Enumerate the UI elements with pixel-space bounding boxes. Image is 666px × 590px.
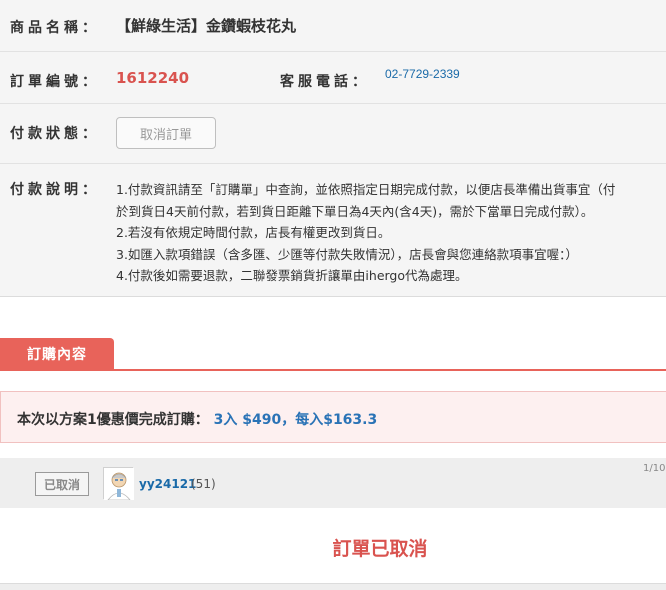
order-info-panel: 商品名稱： 【鮮綠生活】金鑽蝦枝花丸 訂單編號： 1612240 客服電話： 0… <box>0 0 666 297</box>
order-number-label: 訂單編號： <box>10 74 100 90</box>
username-link[interactable]: yy24121 <box>139 477 196 491</box>
tab-order-content[interactable]: 訂購內容 <box>0 338 114 370</box>
product-row: 商品名稱： 【鮮綠生活】金鑽蝦枝花丸 <box>0 0 666 52</box>
payment-description-row: 付款說明： 1.付款資訊請至「訂購單」中查詢，並依照指定日期完成付款，以便店長準… <box>0 164 666 297</box>
payment-description-label: 付款說明： <box>10 182 100 198</box>
promo-price: 3入 $490，每入$163.3 <box>213 412 378 428</box>
description-line: 1.付款資訊請至「訂購單」中查詢，並依照指定日期完成付款，以便店長準備出貨事宜（… <box>116 182 616 197</box>
cancel-order-button[interactable]: 取消訂單 <box>116 117 216 149</box>
product-label: 商品名稱： <box>10 20 100 36</box>
status-badge: 已取消 <box>35 472 89 496</box>
service-phone-label: 客服電話： <box>280 74 370 90</box>
user-rating-count: (51) <box>191 477 216 491</box>
description-line: 2.若沒有依規定時間付款，店長有權更改到貨日。 <box>116 225 391 240</box>
avatar[interactable] <box>103 467 134 501</box>
description-line: 4.付款後如需要退款，二聯發票銷貨折讓單由ihergo代為處理。 <box>116 268 468 283</box>
page-indicator: 1/10 <box>643 463 666 474</box>
promo-text: 本次以方案1優惠價完成訂購： <box>17 412 209 428</box>
bottom-divider <box>0 584 666 590</box>
payment-status-row: 付款狀態： 取消訂單 <box>0 104 666 164</box>
promo-line: 本次以方案1優惠價完成訂購： 3入 $490，每入$163.3 <box>17 409 377 429</box>
payment-status-label: 付款狀態： <box>10 126 100 142</box>
order-number: 1612240 <box>116 69 190 87</box>
order-cancelled-panel: 訂單已取消 <box>0 508 666 584</box>
product-name: 【鮮綠生活】金鑽蝦枝花丸 <box>116 17 297 35</box>
payment-description: 1.付款資訊請至「訂購單」中查詢，並依照指定日期完成付款，以便店長準備出貨事宜（… <box>116 179 666 287</box>
service-phone: 02-7729-2339 <box>385 67 460 81</box>
promo-banner: 本次以方案1優惠價完成訂購： 3入 $490，每入$163.3 <box>0 391 666 443</box>
cancelled-message: 訂單已取消 <box>332 538 428 560</box>
description-line: 於到貨日4天前付款，若到貨日距離下單日為4天內(含4天)，需於下當單日完成付款）… <box>116 203 594 219</box>
tab-underline <box>0 369 666 371</box>
description-line: 3.如匯入款項錯誤（含多匯、少匯等付款失敗情況），店長會與您連絡款項事宜喔：） <box>116 246 578 262</box>
order-entry-header: 已取消 yy24121 (51) 1/10 <box>0 458 666 508</box>
order-number-row: 訂單編號： 1612240 客服電話： 02-7729-2339 <box>0 52 666 104</box>
user-avatar-icon <box>104 468 134 501</box>
